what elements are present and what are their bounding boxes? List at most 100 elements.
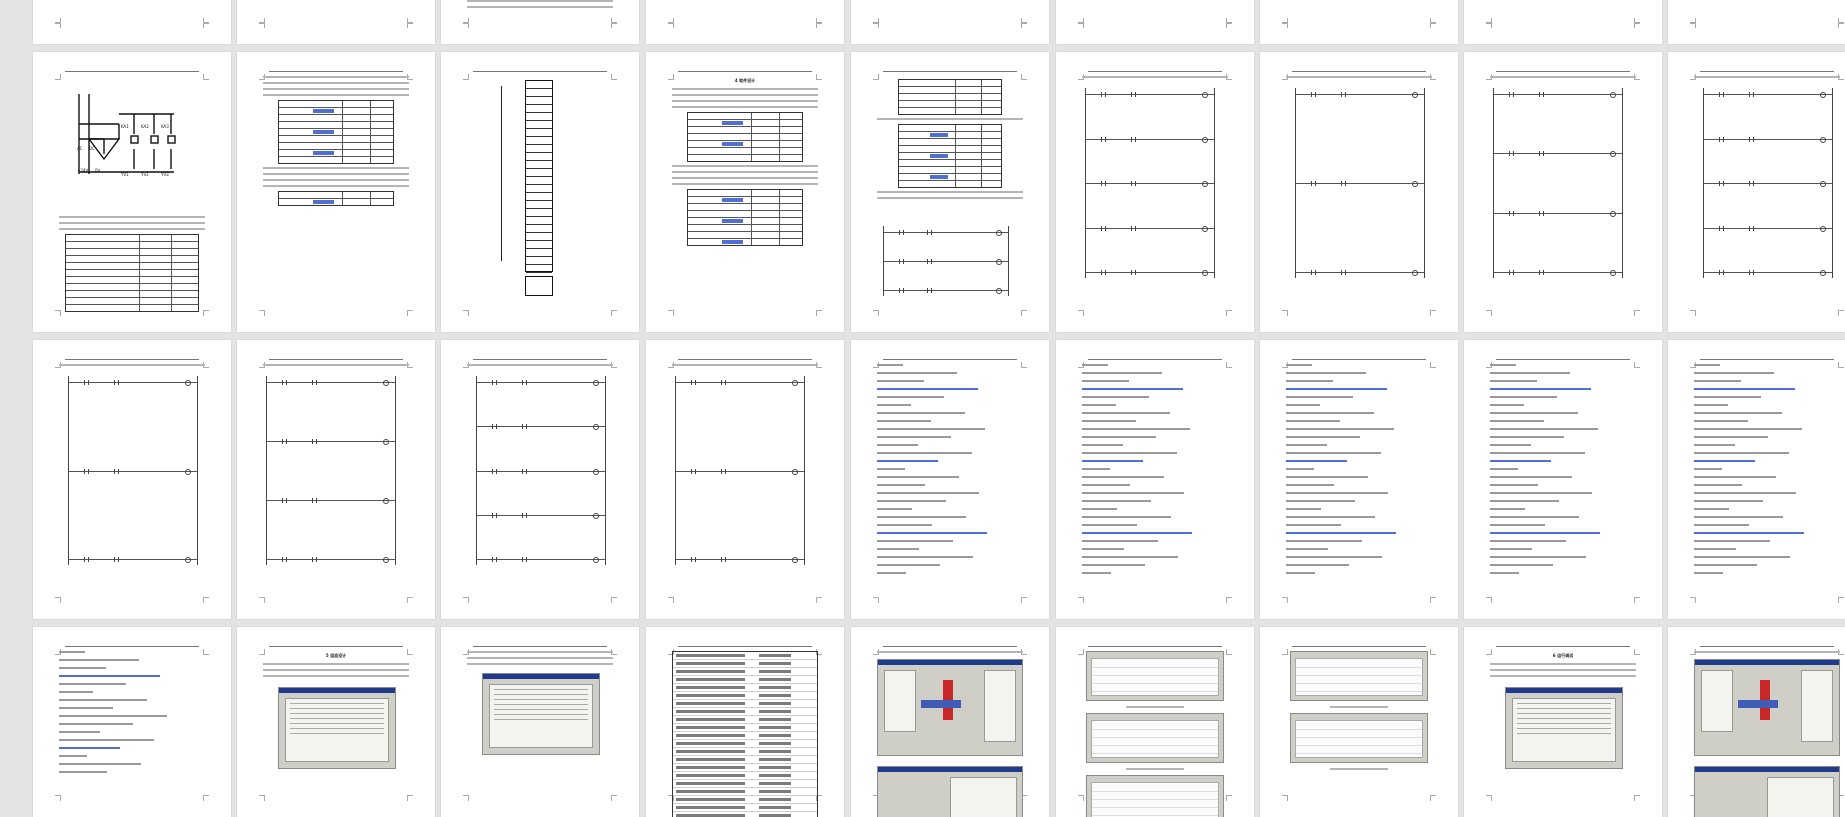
table-col-divider xyxy=(138,270,140,276)
text-line xyxy=(672,94,818,96)
coil-symbol xyxy=(1202,136,1209,143)
terminal-row xyxy=(526,113,552,121)
page-header-rule xyxy=(268,353,404,360)
relay-coil xyxy=(150,135,159,144)
page-thumbnail[interactable] xyxy=(441,627,639,817)
page-header-rule xyxy=(1087,640,1223,647)
table-row xyxy=(688,113,802,120)
code-line xyxy=(1082,484,1131,486)
psu-label: 0V xyxy=(95,168,101,173)
page-thumbnail[interactable] xyxy=(1056,0,1254,44)
code-line xyxy=(1286,468,1314,470)
page-body xyxy=(672,651,818,817)
crop-mark xyxy=(668,597,674,603)
code-line xyxy=(1694,372,1775,374)
figure-caption-line xyxy=(1329,706,1389,708)
page-thumbnail[interactable] xyxy=(1260,340,1458,619)
code-line xyxy=(1694,452,1789,454)
crop-mark xyxy=(1634,597,1640,603)
page-thumbnail[interactable] xyxy=(237,0,435,44)
page-thumbnail[interactable] xyxy=(1668,0,1845,44)
coil-symbol xyxy=(1610,92,1617,98)
table-row xyxy=(66,242,198,249)
page-thumbnail[interactable] xyxy=(1668,52,1845,332)
page-thumbnail[interactable] xyxy=(851,340,1049,619)
page-thumbnail[interactable] xyxy=(851,0,1049,44)
variable-name-bar xyxy=(676,718,746,721)
page-thumbnail[interactable] xyxy=(1260,0,1458,44)
page-thumbnail[interactable] xyxy=(33,627,231,817)
page-thumbnail[interactable] xyxy=(1260,627,1458,817)
trend-screenshot xyxy=(1290,713,1428,763)
page-thumbnail[interactable] xyxy=(441,340,639,619)
variable-name-bar xyxy=(676,750,746,753)
page-thumbnail[interactable] xyxy=(646,0,844,44)
page-thumbnail[interactable] xyxy=(1056,52,1254,332)
page-thumbnail[interactable] xyxy=(237,52,435,332)
table-col-divider xyxy=(370,199,372,205)
page-thumbnail[interactable] xyxy=(851,627,1049,817)
crop-mark xyxy=(668,22,674,28)
code-line xyxy=(1490,492,1593,494)
page-body xyxy=(672,0,818,18)
page-thumbnail[interactable] xyxy=(1056,627,1254,817)
dialog-row xyxy=(289,728,385,729)
page-thumbnail[interactable] xyxy=(646,627,844,817)
table-row xyxy=(688,204,802,211)
page-thumbnail[interactable] xyxy=(441,52,639,332)
code-line xyxy=(59,659,140,661)
page-body xyxy=(1490,364,1636,593)
code-line xyxy=(877,372,958,374)
code-line xyxy=(1286,428,1395,430)
code-line xyxy=(1082,508,1118,510)
table-row xyxy=(279,122,393,129)
page-thumbnail[interactable] xyxy=(1464,52,1662,332)
variable-type-bar xyxy=(759,750,792,753)
code-line xyxy=(59,651,86,653)
highlight-mark xyxy=(722,240,743,244)
page-thumbnail[interactable]: 5 组态设计 xyxy=(237,627,435,817)
crop-mark xyxy=(203,597,209,603)
coil-symbol xyxy=(383,380,390,386)
page-thumbnail[interactable] xyxy=(1668,627,1845,817)
page-thumbnail[interactable] xyxy=(1056,340,1254,619)
ladder-rung xyxy=(68,468,198,474)
code-line xyxy=(1082,556,1179,558)
page-thumbnail[interactable] xyxy=(1260,52,1458,332)
text-line xyxy=(263,173,409,175)
page-thumbnail[interactable] xyxy=(33,340,231,619)
ladder-rung xyxy=(675,557,805,562)
page-thumbnail[interactable] xyxy=(1464,0,1662,44)
page-thumbnail[interactable] xyxy=(1464,340,1662,619)
table-col-divider xyxy=(779,218,781,224)
hmi-titlebar xyxy=(1695,767,1839,772)
page-thumbnail[interactable] xyxy=(33,0,231,44)
coil-symbol xyxy=(1820,181,1827,187)
code-line xyxy=(1082,412,1170,414)
text-line xyxy=(672,171,818,173)
code-line xyxy=(1286,436,1361,438)
code-line xyxy=(1082,444,1123,446)
page-thumbnail-grid: KA1 KA2 KA3 YV1 YV2 YV3 AC DC +24V 0V 4 软件设计 5 组态设计… xyxy=(0,0,1845,817)
terminal-row xyxy=(526,265,552,273)
crop-mark xyxy=(873,310,879,316)
page-thumbnail[interactable]: 6 运行调试 xyxy=(1464,627,1662,817)
table-row xyxy=(279,101,393,108)
program-listing xyxy=(1490,364,1636,574)
page-thumbnail[interactable] xyxy=(851,52,1049,332)
terminal-row xyxy=(526,137,552,145)
trend-plot xyxy=(1091,782,1219,817)
variable-type-bar xyxy=(759,686,792,689)
page-thumbnail[interactable] xyxy=(646,340,844,619)
page-thumbnail[interactable] xyxy=(1668,340,1845,619)
code-line xyxy=(1694,572,1724,574)
tank-block xyxy=(921,700,962,708)
page-thumbnail[interactable] xyxy=(441,0,639,44)
dialog-row xyxy=(289,708,385,709)
page-thumbnail[interactable] xyxy=(237,340,435,619)
table-col-divider xyxy=(980,94,982,100)
page-thumbnail[interactable]: KA1 KA2 KA3 YV1 YV2 YV3 AC DC +24V 0V xyxy=(33,52,231,332)
crop-mark xyxy=(1282,310,1288,316)
code-line xyxy=(1694,524,1750,526)
page-thumbnail[interactable]: 4 软件设计 xyxy=(646,52,844,332)
